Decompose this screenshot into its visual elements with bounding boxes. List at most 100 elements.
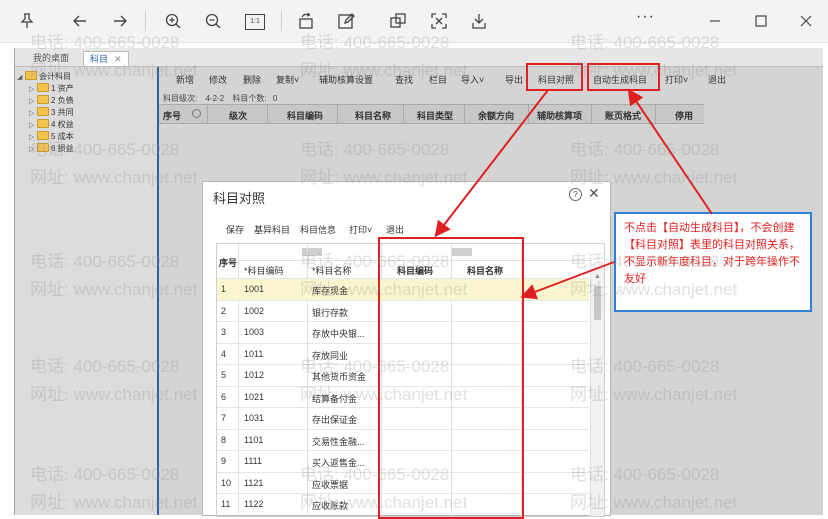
pin-icon[interactable] bbox=[18, 12, 36, 30]
back-icon[interactable] bbox=[71, 12, 89, 30]
rotate-icon[interactable] bbox=[297, 12, 315, 30]
tree-item[interactable]: ▷ 4 权益 bbox=[29, 119, 74, 131]
dialog-close-icon[interactable]: ✕ bbox=[588, 185, 600, 202]
tree-item-label: 4 权益 bbox=[51, 120, 74, 129]
highlight-account-mapping bbox=[526, 63, 583, 91]
tree-root-label: 会计科目 bbox=[39, 72, 71, 81]
collapse-icon[interactable]: ◢ bbox=[17, 72, 25, 84]
import-button[interactable]: 导入˅ bbox=[461, 73, 484, 86]
tree-item[interactable]: ▷ 2 负债 bbox=[29, 95, 74, 107]
dialog-diff-accounts-button[interactable]: 基异科目 bbox=[254, 223, 290, 236]
tree-item-label: 2 负债 bbox=[51, 96, 74, 105]
dialog-title: 科目对照 bbox=[213, 191, 266, 206]
row-name: 其他货币资金 bbox=[312, 372, 367, 382]
tree-item[interactable]: ▷ 3 共同 bbox=[29, 107, 74, 119]
col-name: 科目名称 bbox=[355, 111, 392, 121]
dialog-exit-button[interactable]: 退出 bbox=[386, 223, 404, 236]
row-seq: 6 bbox=[221, 391, 227, 402]
level-value: 4-2-2 bbox=[205, 94, 225, 103]
scroll-thumb[interactable] bbox=[594, 286, 601, 320]
folder-icon bbox=[37, 95, 49, 104]
exit-button[interactable]: 退出 bbox=[708, 73, 726, 86]
tree-item[interactable]: ▷ 5 成本 bbox=[29, 131, 74, 143]
row-seq: 7 bbox=[221, 413, 227, 423]
row-code: 1121 bbox=[244, 477, 264, 488]
scroll-up-icon[interactable]: ▲ bbox=[594, 273, 601, 280]
row-seq: 8 bbox=[221, 434, 227, 445]
print-button[interactable]: 打印˅ bbox=[665, 73, 688, 86]
modify-button[interactable]: 修改 bbox=[209, 73, 227, 86]
row-seq: 3 bbox=[221, 327, 227, 337]
tab-home[interactable]: 我的桌面 bbox=[33, 51, 69, 65]
tab-accounts[interactable]: 科目 ✕ bbox=[83, 51, 129, 66]
dropdown-icon: ˅ bbox=[479, 75, 485, 85]
row-seq: 2 bbox=[221, 305, 227, 316]
dialog-print-button[interactable]: 打印˅ bbox=[349, 223, 372, 236]
row-code: 1101 bbox=[244, 434, 264, 445]
toolbar-separator bbox=[145, 11, 146, 31]
delete-button[interactable]: 删除 bbox=[243, 73, 261, 86]
column-divider bbox=[591, 105, 592, 123]
col-code: *科目编码 bbox=[244, 266, 284, 276]
tree-item-label: 1 资产 bbox=[51, 84, 74, 93]
dialog-print-label: 打印 bbox=[349, 225, 368, 235]
edit-icon[interactable] bbox=[337, 12, 355, 30]
maximize-icon[interactable] bbox=[752, 12, 770, 30]
blurred-group-header bbox=[302, 248, 322, 256]
main-toolbar: 新增 修改 删除 复制˅ 辅助核算设置 查找 栏目 导入˅ 导出 科目对照 自动… bbox=[159, 67, 823, 89]
zoom-out-icon[interactable] bbox=[204, 12, 222, 30]
account-tree-sidebar: ◢ 会计科目 ▷ 1 资产 ▷ 2 负债 ▷ 3 共同 ▷ 4 权益 ▷ 5 成本 ▷ 6 损… bbox=[15, 67, 159, 515]
col-aux-items: 辅助核算项 bbox=[537, 111, 583, 121]
more-icon[interactable]: ··· bbox=[636, 8, 655, 26]
radio-icon[interactable] bbox=[192, 109, 201, 118]
close-icon[interactable] bbox=[797, 12, 815, 30]
expand-icon[interactable]: ▷ bbox=[29, 144, 37, 156]
row-code: 1012 bbox=[244, 370, 265, 380]
tree-root[interactable]: ◢ 会计科目 bbox=[17, 71, 71, 83]
row-code: 1111 bbox=[244, 456, 263, 466]
row-name: 交易性金融... bbox=[312, 436, 365, 447]
dialog-save-button[interactable]: 保存 bbox=[226, 223, 244, 236]
dropdown-icon: ˅ bbox=[294, 75, 300, 85]
new-button[interactable]: 新增 bbox=[176, 73, 194, 86]
help-icon[interactable]: ? bbox=[569, 188, 582, 201]
zoom-in-icon[interactable] bbox=[164, 12, 182, 30]
column-divider bbox=[207, 105, 208, 123]
row-name: 应收账款 bbox=[312, 501, 349, 511]
row-name: 存放中央银... bbox=[312, 329, 365, 339]
tree-item[interactable]: ▷ 6 损益 bbox=[29, 143, 74, 155]
aux-accounting-button[interactable]: 辅助核算设置 bbox=[319, 73, 373, 86]
copy-button[interactable]: 复制˅ bbox=[276, 73, 299, 86]
highlight-empty-mapping-columns bbox=[378, 237, 524, 519]
column-divider bbox=[267, 105, 268, 123]
forward-icon[interactable] bbox=[111, 12, 129, 30]
columns-button[interactable]: 栏目 bbox=[429, 73, 447, 86]
col-name: *科目名称 bbox=[312, 266, 352, 276]
folder-icon bbox=[37, 131, 49, 140]
tree-item[interactable]: ▷ 1 资产 bbox=[29, 83, 74, 95]
row-name: 存放同业 bbox=[312, 350, 349, 361]
actual-size-icon[interactable]: 1:1 bbox=[245, 12, 265, 30]
save-icon[interactable] bbox=[470, 12, 488, 30]
row-name: 应收票据 bbox=[312, 479, 349, 490]
export-button[interactable]: 导出 bbox=[505, 73, 523, 86]
tree-item-label: 6 损益 bbox=[51, 144, 74, 153]
row-code: 1011 bbox=[244, 348, 264, 359]
tab-close-icon[interactable]: ✕ bbox=[114, 54, 122, 64]
col-code: 科目编码 bbox=[287, 111, 324, 121]
minimize-icon[interactable] bbox=[706, 12, 724, 30]
find-button[interactable]: 查找 bbox=[395, 73, 413, 86]
annotation-note: 不点击【自动生成科目】，不会创建【科目对照】表里的科目对照关系，不显示新年度科目… bbox=[614, 212, 812, 312]
column-divider bbox=[403, 105, 404, 123]
col-level: 级次 bbox=[229, 111, 248, 121]
highlight-auto-generate bbox=[587, 63, 660, 91]
column-divider bbox=[655, 105, 656, 123]
col-seq: 序号 bbox=[163, 111, 182, 121]
crop-icon[interactable] bbox=[389, 12, 407, 30]
row-code: 1031 bbox=[244, 413, 265, 423]
vertical-scrollbar[interactable]: ▲ bbox=[590, 268, 604, 516]
row-name: 结算备付金 bbox=[312, 393, 358, 404]
fit-icon[interactable] bbox=[430, 12, 448, 30]
account-grid-header: 序号 级次 科目编码 科目名称 科目类型 余额方向 辅助核算项 账页格式 停用 bbox=[159, 104, 704, 124]
dialog-account-info-button[interactable]: 科目信息 bbox=[300, 223, 336, 236]
